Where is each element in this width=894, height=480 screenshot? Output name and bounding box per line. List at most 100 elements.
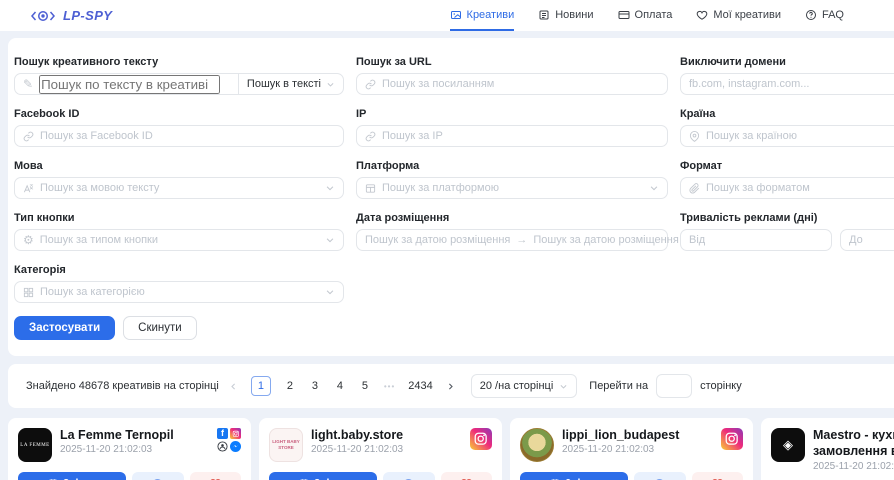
exclude-domains-input[interactable] xyxy=(689,78,894,90)
platform-select[interactable] xyxy=(356,177,668,199)
eye-icon xyxy=(653,477,666,480)
duration-button[interactable]: 3 days xyxy=(269,472,377,480)
category-select[interactable] xyxy=(14,281,344,303)
chevron-down-icon xyxy=(559,382,568,391)
views-button[interactable] xyxy=(132,472,183,480)
news-icon xyxy=(538,9,550,21)
page-last[interactable]: 2434 xyxy=(408,380,432,392)
nav-tab-payment[interactable]: Оплата xyxy=(618,0,673,31)
prev-page-button[interactable] xyxy=(229,382,238,391)
avatar: LA FEMME xyxy=(18,428,52,462)
duration-button[interactable]: 0 days xyxy=(520,472,628,480)
reset-button[interactable]: Скинути xyxy=(123,316,197,340)
page-4[interactable]: 4 xyxy=(334,380,346,392)
field-platform: Платформа xyxy=(356,160,668,199)
platform-icon xyxy=(365,183,376,194)
language-input[interactable] xyxy=(40,182,319,194)
favorite-button[interactable] xyxy=(692,472,743,480)
page-1[interactable]: 1 xyxy=(251,376,271,396)
text-search-mode-select[interactable]: Пошук в тексті xyxy=(238,74,343,94)
chevron-down-icon xyxy=(325,287,335,297)
creative-card[interactable]: LIGHT BABY STORE light.baby.store 2025-1… xyxy=(259,418,502,480)
platform-icons xyxy=(470,428,492,450)
eye-icon xyxy=(151,477,164,480)
views-button[interactable] xyxy=(383,472,434,480)
platform-input[interactable] xyxy=(382,182,643,194)
goto-page-input[interactable] xyxy=(656,374,692,398)
field-duration: Тривалість реклами (дні) xyxy=(680,212,894,251)
language-select[interactable] xyxy=(14,177,344,199)
favorite-button[interactable] xyxy=(190,472,241,480)
instagram-icon xyxy=(721,428,743,450)
instagram-icon xyxy=(230,428,241,439)
field-ip: IP xyxy=(356,108,668,147)
facebook-id-input[interactable] xyxy=(40,130,335,142)
category-input[interactable] xyxy=(40,286,319,298)
format-input[interactable] xyxy=(706,182,894,194)
field-category: Категорія xyxy=(14,264,344,303)
heart-icon xyxy=(696,9,708,21)
goto-label: Перейти на xyxy=(589,380,648,392)
avatar xyxy=(520,428,554,462)
pages-ellipsis[interactable]: ••• xyxy=(384,382,395,391)
heart-icon xyxy=(711,477,724,480)
card-date: 2025-11-20 21:02:03 xyxy=(311,444,462,455)
card-title: La Femme Ternopil xyxy=(60,428,209,442)
pencil-icon: ✎ xyxy=(23,78,33,90)
button-type-input[interactable] xyxy=(40,234,319,246)
platform-icons: f xyxy=(217,428,241,452)
date-range-picker[interactable]: Пошук за датою розміщення → Пошук за дат… xyxy=(356,229,668,251)
duration-from-input[interactable] xyxy=(689,234,823,246)
results-summary: Знайдено 48678 креативів на сторінці xyxy=(26,380,219,392)
heart-icon xyxy=(209,477,222,480)
category-grid-icon xyxy=(23,287,34,298)
card-title: Maestro - кухні, меблі на замовлення в У… xyxy=(813,428,894,459)
page-2[interactable]: 2 xyxy=(284,380,296,392)
favorite-button[interactable] xyxy=(441,472,492,480)
field-exclude-domains: Виключити домени xyxy=(680,56,894,95)
field-placement-date: Дата розміщення Пошук за датою розміщенн… xyxy=(356,212,668,251)
card-title: light.baby.store xyxy=(311,428,462,442)
map-pin-icon xyxy=(689,131,700,142)
creative-text-input[interactable] xyxy=(39,75,220,94)
duration-to-input[interactable] xyxy=(849,234,894,246)
gear-icon: ⚙ xyxy=(23,234,34,246)
facebook-icon: f xyxy=(217,428,228,439)
pagination: 1 2 3 4 5 ••• 2434 xyxy=(229,376,455,396)
nav-tab-faq[interactable]: FAQ xyxy=(805,0,844,31)
field-facebook-id: Facebook ID xyxy=(14,108,344,147)
duration-button[interactable]: 3 days xyxy=(18,472,126,480)
button-type-select[interactable]: ⚙ xyxy=(14,229,344,251)
translate-icon xyxy=(23,183,34,194)
next-page-button[interactable] xyxy=(446,382,455,391)
ip-input[interactable] xyxy=(382,130,659,142)
apply-button[interactable]: Застосувати xyxy=(14,316,115,340)
chevron-down-icon xyxy=(326,80,335,89)
views-button[interactable] xyxy=(634,472,685,480)
goto-suffix: сторінку xyxy=(700,380,742,392)
platform-icons xyxy=(721,428,743,450)
messenger-icon xyxy=(230,441,241,452)
field-format: Формат xyxy=(680,160,894,199)
field-country: Країна xyxy=(680,108,894,147)
instagram-icon xyxy=(470,428,492,450)
page-3[interactable]: 3 xyxy=(309,380,321,392)
nav-tab-news[interactable]: Новини xyxy=(538,0,593,31)
page-5[interactable]: 5 xyxy=(359,380,371,392)
avatar: LIGHT BABY STORE xyxy=(269,428,303,462)
nav-tab-my-creatives[interactable]: Мої креативи xyxy=(696,0,781,31)
card-date: 2025-11-20 21:02:03 xyxy=(813,461,894,472)
paperclip-icon xyxy=(689,183,700,194)
page-size-select[interactable]: 20 /на сторінці xyxy=(471,374,578,398)
creative-card[interactable]: ◈ Maestro - кухні, меблі на замовлення в… xyxy=(761,418,894,480)
country-input[interactable] xyxy=(706,130,894,142)
nav-tab-creatives[interactable]: Креативи xyxy=(450,0,515,31)
field-url: Пошук за URL xyxy=(356,56,668,95)
brand-logo[interactable]: LP-SPY xyxy=(30,0,112,31)
creative-card[interactable]: lippi_lion_budapest 2025-11-20 21:02:03 … xyxy=(510,418,753,480)
url-input[interactable] xyxy=(382,78,659,90)
results-bar: Знайдено 48678 креативів на сторінці 1 2… xyxy=(8,364,894,408)
creative-card[interactable]: LA FEMME La Femme Ternopil 2025-11-20 21… xyxy=(8,418,251,480)
field-language: Мова xyxy=(14,160,344,199)
card-title: lippi_lion_budapest xyxy=(562,428,713,442)
